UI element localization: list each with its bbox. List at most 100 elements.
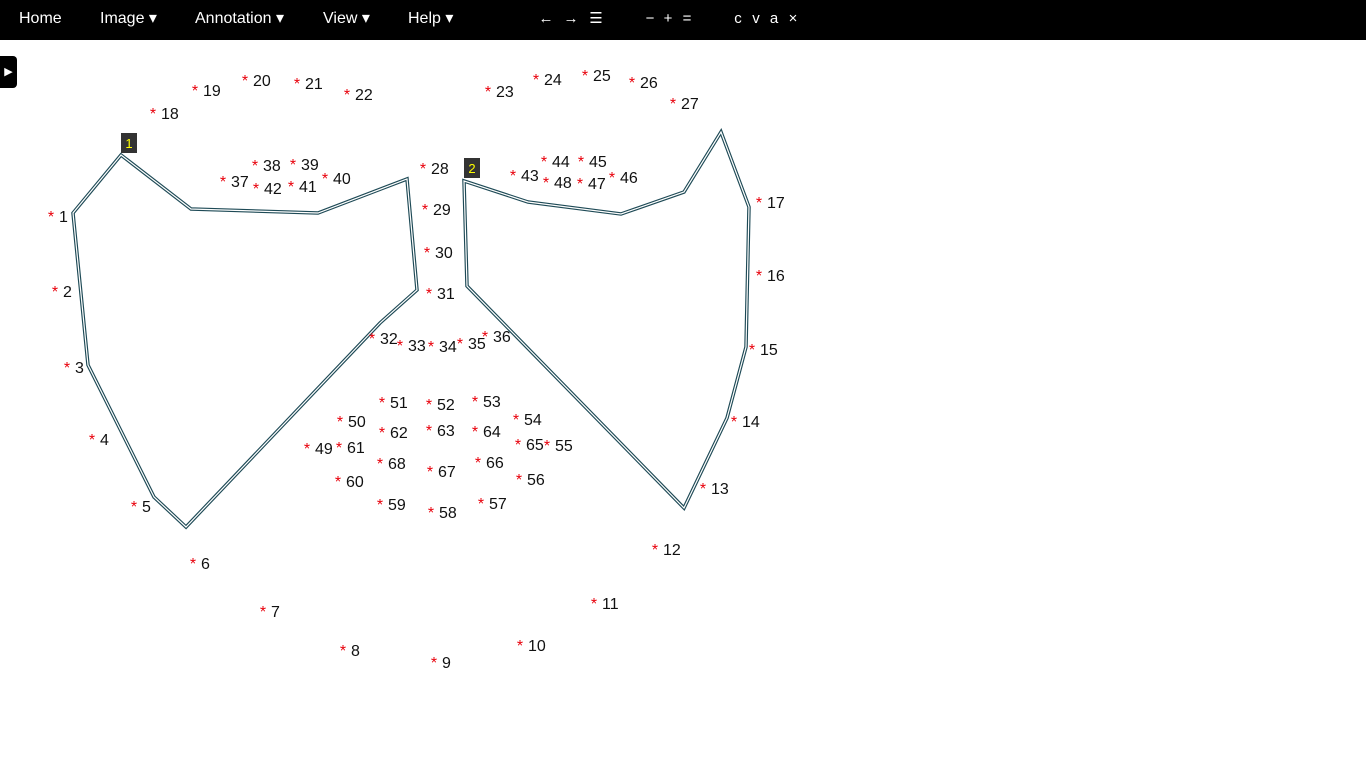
- delete-region-button[interactable]: ×: [785, 0, 801, 40]
- landmark-point-40[interactable]: * 40: [322, 171, 351, 188]
- landmark-point-48[interactable]: * 48: [543, 175, 572, 192]
- landmark-point-17[interactable]: * 17: [756, 195, 785, 212]
- landmark-point-1[interactable]: * 1: [48, 209, 68, 226]
- landmark-point-11[interactable]: * 11: [591, 596, 619, 613]
- landmark-point-19[interactable]: * 19: [192, 83, 221, 100]
- landmark-label: 17: [767, 195, 785, 212]
- landmark-point-43[interactable]: * 43: [510, 168, 539, 185]
- landmark-point-53[interactable]: * 53: [472, 394, 501, 411]
- landmark-point-7[interactable]: * 7: [260, 604, 280, 621]
- menu-home[interactable]: Home: [19, 0, 62, 40]
- landmark-point-45[interactable]: * 45: [578, 154, 607, 171]
- landmark-point-57[interactable]: * 57: [478, 496, 507, 513]
- zoom-reset-button[interactable]: =: [679, 0, 695, 40]
- landmark-label: 13: [711, 481, 729, 498]
- landmark-point-67[interactable]: * 67: [427, 464, 456, 481]
- landmark-point-2[interactable]: * 2: [52, 284, 72, 301]
- landmark-point-22[interactable]: * 22: [344, 87, 373, 104]
- landmark-point-25[interactable]: * 25: [582, 68, 611, 85]
- landmark-point-12[interactable]: * 12: [652, 542, 681, 559]
- landmark-point-42[interactable]: * 42: [253, 181, 282, 198]
- paste-region-button[interactable]: v: [748, 0, 764, 40]
- landmark-point-23[interactable]: * 23: [485, 84, 514, 101]
- landmark-point-27[interactable]: * 27: [670, 96, 699, 113]
- image-list-icon[interactable]: ☰: [587, 0, 605, 40]
- landmark-point-51[interactable]: * 51: [379, 395, 408, 412]
- landmark-point-44[interactable]: * 44: [541, 154, 570, 171]
- landmark-point-10[interactable]: * 10: [517, 638, 546, 655]
- landmark-point-32[interactable]: * 32: [369, 331, 398, 348]
- landmark-point-9[interactable]: * 9: [431, 655, 451, 672]
- menu-annotation[interactable]: Annotation ▾: [195, 0, 284, 40]
- landmark-point-55[interactable]: * 55: [544, 438, 573, 455]
- region-label-2[interactable]: 2: [464, 158, 480, 178]
- landmark-point-38[interactable]: * 38: [252, 158, 281, 175]
- landmark-point-49[interactable]: * 49: [304, 441, 333, 458]
- landmark-point-34[interactable]: * 34: [428, 339, 457, 356]
- landmark-point-66[interactable]: * 66: [475, 455, 504, 472]
- landmark-point-56[interactable]: * 56: [516, 472, 545, 489]
- landmark-point-61[interactable]: * 61: [336, 440, 365, 457]
- landmark-point-4[interactable]: * 4: [89, 432, 109, 449]
- landmark-point-65[interactable]: * 65: [515, 437, 544, 454]
- landmark-point-36[interactable]: * 36: [482, 329, 511, 346]
- landmark-label: 36: [493, 329, 511, 346]
- zoom-in-button[interactable]: +: [660, 0, 676, 40]
- landmark-point-15[interactable]: * 15: [749, 342, 778, 359]
- landmark-point-59[interactable]: * 59: [377, 497, 406, 514]
- landmark-point-6[interactable]: * 6: [190, 556, 210, 573]
- landmark-point-41[interactable]: * 41: [288, 179, 317, 196]
- landmark-point-58[interactable]: * 58: [428, 505, 457, 522]
- landmark-point-50[interactable]: * 50: [337, 414, 366, 431]
- landmark-point-52[interactable]: * 52: [426, 397, 455, 414]
- landmark-point-30[interactable]: * 30: [424, 245, 453, 262]
- landmark-marker-icon: *: [670, 96, 676, 113]
- landmark-point-3[interactable]: * 3: [64, 360, 84, 377]
- landmark-point-13[interactable]: * 13: [700, 481, 729, 498]
- landmark-point-47[interactable]: * 47: [577, 176, 606, 193]
- landmark-point-21[interactable]: * 21: [294, 76, 323, 93]
- landmark-point-39[interactable]: * 39: [290, 157, 319, 174]
- landmark-label: 43: [521, 168, 539, 185]
- landmark-point-24[interactable]: * 24: [533, 72, 562, 89]
- landmark-point-68[interactable]: * 68: [377, 456, 406, 473]
- prev-image-arrow-icon[interactable]: ←: [537, 0, 555, 40]
- menu-image[interactable]: Image ▾: [100, 0, 157, 40]
- zoom-out-button[interactable]: −: [642, 0, 658, 40]
- region-polygon-1[interactable]: [72, 154, 418, 528]
- landmark-point-5[interactable]: * 5: [131, 499, 151, 516]
- landmark-label: 3: [75, 360, 84, 377]
- select-all-button[interactable]: a: [766, 0, 782, 40]
- landmark-point-26[interactable]: * 26: [629, 75, 658, 92]
- landmark-point-18[interactable]: * 18: [150, 106, 179, 123]
- landmark-point-31[interactable]: * 31: [426, 286, 455, 303]
- region-label-1[interactable]: 1: [121, 133, 137, 153]
- landmark-point-20[interactable]: * 20: [242, 73, 271, 90]
- landmark-point-8[interactable]: * 8: [340, 643, 360, 660]
- landmark-point-62[interactable]: * 62: [379, 425, 408, 442]
- annotation-canvas[interactable]: 1 2 * 1* 2* 3* 4* 5* 6* 7* 8* 9* 10* 11* 12* 13* 14* 15…: [0, 40, 1366, 768]
- landmark-marker-icon: *: [516, 472, 522, 489]
- landmark-point-37[interactable]: * 37: [220, 174, 249, 191]
- landmark-point-64[interactable]: * 64: [472, 424, 501, 441]
- landmark-point-46[interactable]: * 46: [609, 170, 638, 187]
- landmark-point-29[interactable]: * 29: [422, 202, 451, 219]
- landmark-point-14[interactable]: * 14: [731, 414, 760, 431]
- landmark-point-28[interactable]: * 28: [420, 161, 449, 178]
- landmark-point-33[interactable]: * 33: [397, 338, 426, 355]
- landmark-point-63[interactable]: * 63: [426, 423, 455, 440]
- landmark-point-54[interactable]: * 54: [513, 412, 542, 429]
- menu-help[interactable]: Help ▾: [408, 0, 453, 40]
- landmark-point-60[interactable]: * 60: [335, 474, 364, 491]
- landmark-marker-icon: *: [517, 638, 523, 655]
- menu-view[interactable]: View ▾: [323, 0, 370, 40]
- landmark-label: 8: [351, 643, 360, 660]
- next-image-arrow-icon[interactable]: →: [562, 0, 580, 40]
- landmark-marker-icon: *: [150, 106, 156, 123]
- region-polygon-2[interactable]: [463, 130, 750, 510]
- copy-region-button[interactable]: c: [730, 0, 746, 40]
- landmark-point-16[interactable]: * 16: [756, 268, 785, 285]
- landmark-label: 6: [201, 556, 210, 573]
- landmark-label: 37: [231, 174, 249, 191]
- landmark-marker-icon: *: [428, 505, 434, 522]
